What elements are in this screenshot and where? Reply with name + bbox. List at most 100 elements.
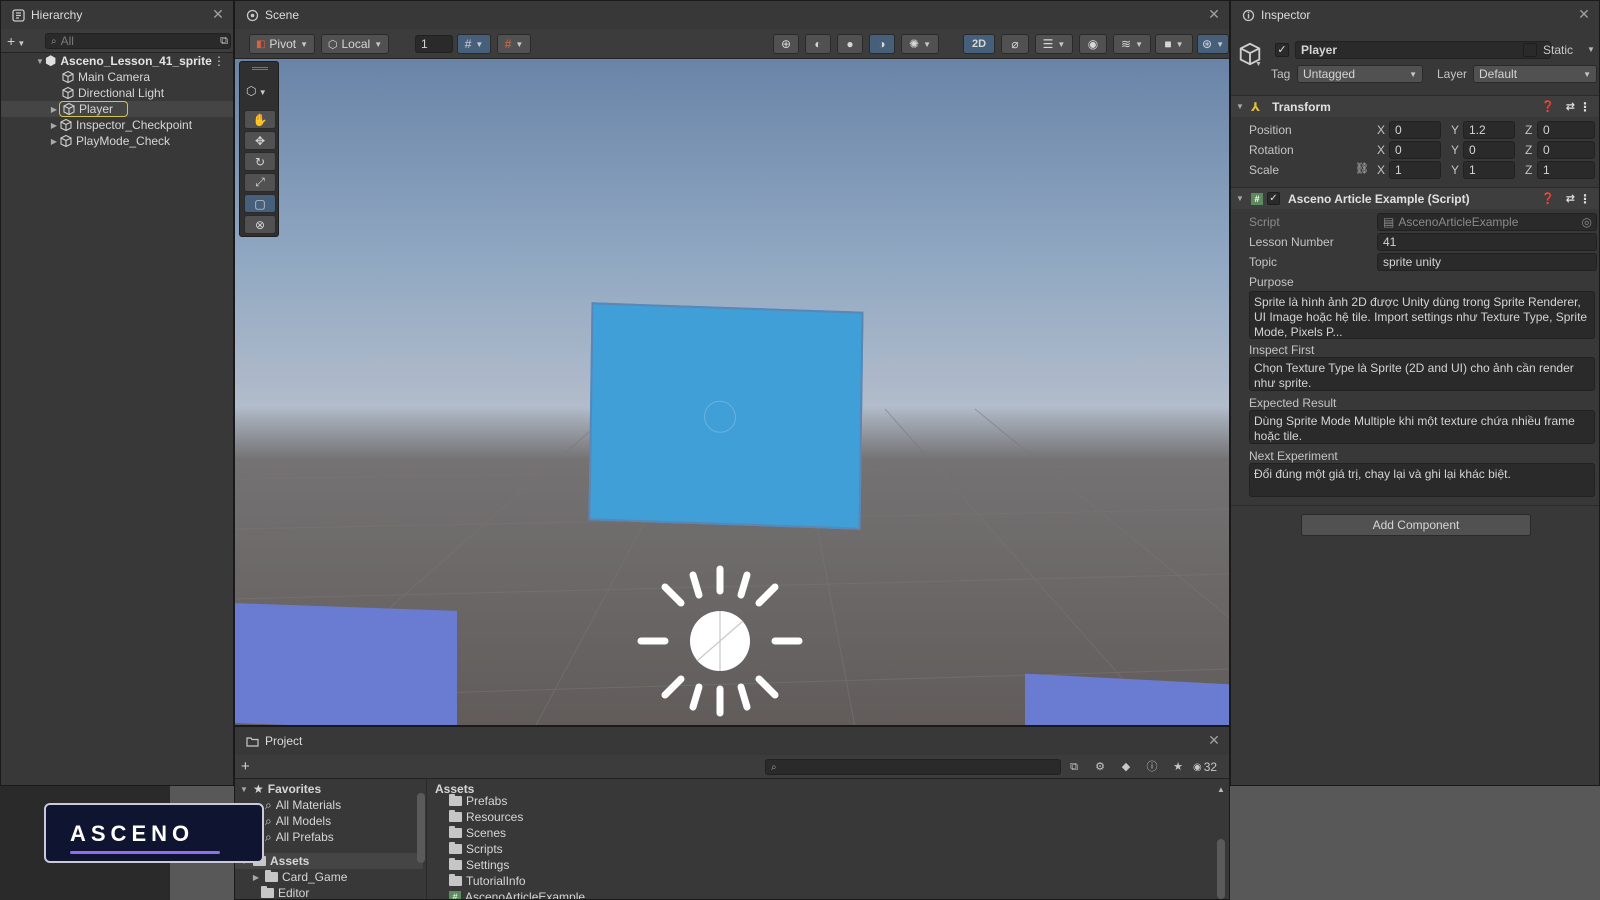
grid-snap-input[interactable]: 1	[415, 35, 453, 53]
snap-increment-button[interactable]: # ▼	[497, 34, 531, 54]
transform-foldout-icon[interactable]: ▼	[1235, 102, 1245, 111]
script-component-header[interactable]: ▼ # ✓ Asceno Article Example (Script) ❓ …	[1231, 187, 1599, 209]
layer-dropdown[interactable]: Default ▼	[1473, 65, 1597, 83]
topic-field[interactable]: sprite unity	[1377, 253, 1597, 271]
scene-close-icon[interactable]: ✕	[1207, 7, 1221, 21]
hierarchy-item-player-selected[interactable]: ▶ Player	[1, 101, 233, 117]
static-checkbox[interactable]	[1523, 43, 1537, 57]
expected-result-textarea[interactable]: Dùng Sprite Mode Multiple khi một textur…	[1249, 410, 1595, 444]
transform-preset-icon[interactable]: ⇄	[1566, 100, 1575, 113]
palette-drag-handle[interactable]	[252, 67, 268, 70]
tree-scrollbar[interactable]	[417, 793, 425, 863]
tab-inspector[interactable]: Inspector	[1231, 1, 1599, 29]
transform-help-icon[interactable]: ❓	[1541, 100, 1555, 113]
layers-dropdown[interactable]: ≋ ▼	[1113, 34, 1151, 54]
script-preset-icon[interactable]: ⇄	[1566, 192, 1575, 205]
expand-icon[interactable]: ▶	[49, 137, 59, 146]
tab-scene[interactable]: Scene	[235, 1, 1229, 29]
asset-item[interactable]: Scripts	[449, 841, 503, 857]
icon-picker-caret-icon[interactable]: ▼	[1255, 61, 1262, 68]
content-scrollbar[interactable]	[1217, 839, 1225, 899]
scene-expand-icon[interactable]: ▼	[35, 57, 45, 66]
hierarchy-close-icon[interactable]: ✕	[211, 7, 225, 21]
hidden-packages-toggle[interactable]: ◉ 32	[1193, 759, 1227, 775]
asset-item[interactable]: # AscenoArticleExample	[449, 889, 585, 899]
scroll-up-icon[interactable]: ▲	[1217, 785, 1225, 794]
transform-menu-icon[interactable]: ⋮	[1579, 100, 1591, 114]
sprite-pivot-circle[interactable]	[703, 400, 737, 434]
hierarchy-add-button[interactable]: + ▼	[7, 33, 33, 49]
pivot-dropdown[interactable]: ◧ Pivot ▼	[249, 34, 315, 54]
tab-hierarchy[interactable]: Hierarchy	[1, 1, 233, 29]
left-blue-plane[interactable]	[235, 603, 457, 725]
position-x-field[interactable]: 0	[1389, 121, 1441, 139]
hand-tool-button[interactable]: ✋	[244, 110, 276, 129]
gizmos-dropdown[interactable]: ⊛ ▼	[1197, 34, 1229, 54]
asset-item[interactable]: Prefabs	[449, 793, 507, 809]
inspect-first-textarea[interactable]: Chọn Texture Type là Sprite (2D and UI) …	[1249, 357, 1595, 391]
favorites-item[interactable]: ⌕ All Prefabs	[265, 829, 334, 845]
asset-item[interactable]: Resources	[449, 809, 523, 825]
rect-tool-button[interactable]: ▢	[244, 194, 276, 213]
next-experiment-textarea[interactable]: Đổi đúng một giá trị, chạy lại và ghi lạ…	[1249, 463, 1595, 497]
scale-y-field[interactable]: 1	[1463, 161, 1515, 179]
move-tool-button[interactable]: ✥	[244, 131, 276, 150]
search-options-icon[interactable]: ⧉	[1067, 760, 1081, 774]
rotation-y-field[interactable]: 0	[1463, 141, 1515, 159]
asset-item[interactable]: Settings	[449, 857, 509, 873]
scene-visibility-button[interactable]: ◉	[1079, 34, 1107, 54]
filter-info-icon[interactable]: ⓘ	[1145, 760, 1159, 774]
scene-viewport[interactable]	[235, 59, 1229, 725]
scale-tool-button[interactable]: ⤢	[244, 173, 276, 192]
tag-dropdown[interactable]: Untagged ▼	[1297, 65, 1423, 83]
lighting-dropdown[interactable]: ✺ ▼	[901, 34, 939, 54]
expand-icon[interactable]: ▶	[49, 121, 59, 130]
position-y-field[interactable]: 1.2	[1463, 121, 1515, 139]
grid-visibility-button[interactable]: # ▼	[457, 34, 491, 54]
filter-by-type-icon[interactable]: ⚙	[1093, 760, 1107, 774]
scale-z-field[interactable]: 1	[1537, 161, 1595, 179]
position-z-field[interactable]: 0	[1537, 121, 1595, 139]
asset-item[interactable]: TutorialInfo	[449, 873, 526, 889]
script-foldout-icon[interactable]: ▼	[1235, 194, 1245, 203]
scene-menu-icon[interactable]: ⋮	[213, 54, 225, 68]
shading-wireframe-button[interactable]: ◐	[805, 34, 831, 54]
player-expand-icon[interactable]: ▶	[49, 105, 59, 114]
favorites-item[interactable]: ⌕ All Materials	[265, 797, 341, 813]
script-help-icon[interactable]: ❓	[1541, 192, 1555, 205]
transform-header[interactable]: ▼ ⅄ Transform ❓ ⇄ ⋮	[1231, 95, 1599, 117]
transform-tool-button[interactable]: ⊗	[244, 215, 276, 234]
lesson-number-field[interactable]: 41	[1377, 233, 1597, 251]
purpose-textarea[interactable]: Sprite là hình ảnh 2D được Unity dùng tr…	[1249, 291, 1595, 339]
static-caret-icon[interactable]: ▼	[1587, 45, 1595, 54]
hierarchy-item[interactable]: ▶ Inspector_Checkpoint	[1, 117, 233, 133]
script-enabled-checkbox[interactable]: ✓	[1267, 192, 1280, 205]
object-picker-icon[interactable]: ◎	[1582, 215, 1592, 229]
asset-item[interactable]: Scenes	[449, 825, 506, 841]
project-close-icon[interactable]: ✕	[1207, 733, 1221, 747]
favorites-item[interactable]: ⌕ All Models	[265, 813, 331, 829]
mode-2d-button[interactable]: 2D	[963, 34, 995, 54]
shading-shaded-button[interactable]: ●	[837, 34, 863, 54]
expand-icon[interactable]: ▶	[251, 873, 261, 882]
hierarchy-item[interactable]: ▶ PlayMode_Check	[1, 133, 233, 149]
hierarchy-item[interactable]: Directional Light	[1, 85, 233, 101]
favorites-header[interactable]: ▼ ★ Favorites	[239, 781, 321, 797]
object-name-field[interactable]: Player	[1295, 41, 1551, 59]
rotation-z-field[interactable]: 0	[1537, 141, 1595, 159]
rotation-x-field[interactable]: 0	[1389, 141, 1441, 159]
shading-textured-button[interactable]: ◑	[869, 34, 895, 54]
gizmo-orientation-button[interactable]: ⊕	[773, 34, 799, 54]
player-sprite-square[interactable]	[588, 302, 864, 530]
audio-toggle-button[interactable]: ⌀	[1001, 34, 1029, 54]
script-menu-icon[interactable]: ⋮	[1579, 192, 1591, 206]
active-checkbox[interactable]: ✓	[1275, 43, 1289, 57]
favorite-star-icon[interactable]: ★	[1171, 760, 1185, 774]
hierarchy-item[interactable]: Main Camera	[1, 69, 233, 85]
inspector-close-icon[interactable]: ✕	[1577, 7, 1591, 21]
constrain-proportions-icon[interactable]: ⛓	[1355, 162, 1369, 175]
tab-project[interactable]: Project	[235, 727, 1229, 755]
hierarchy-search-options-icon[interactable]: ⧉	[217, 34, 231, 48]
add-component-button[interactable]: Add Component	[1301, 514, 1531, 536]
rotate-tool-button[interactable]: ↻	[244, 152, 276, 171]
